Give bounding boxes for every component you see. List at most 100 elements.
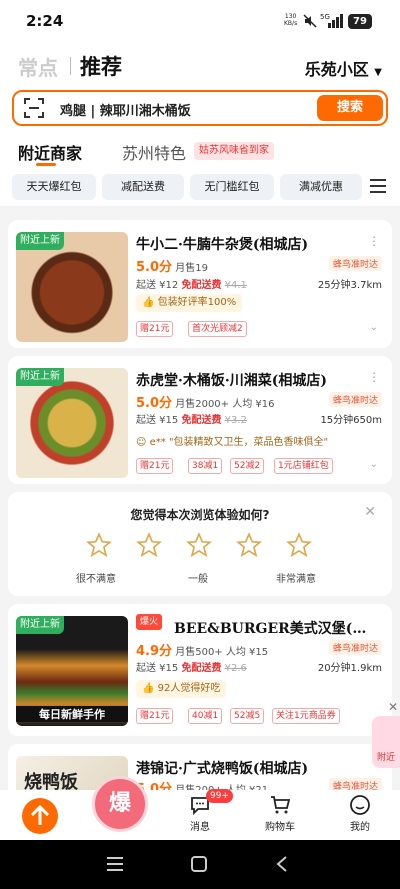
more-icon[interactable]: ⋮ [368, 370, 380, 384]
filter-bar: 天天爆红包 减配送费 无门槛红包 满减优惠 [0, 170, 400, 206]
close-icon[interactable]: ✕ [388, 700, 398, 714]
menu-icon[interactable] [370, 179, 386, 195]
arrow-up-icon [30, 804, 50, 825]
rating-label: 一般 [188, 574, 208, 585]
search-bar[interactable]: 鸡腿 | 辣耶川湘木桶饭 搜索 [12, 90, 388, 126]
feedback-survey: 您觉得本次浏览体验如何? ✕ 很不满意 一般 非常满意 [8, 492, 392, 596]
nav-cart[interactable]: 购物车 [255, 794, 305, 833]
rating-label: 很不满意 [76, 574, 116, 585]
hot-deals-button[interactable]: 爆 [92, 776, 148, 832]
location-label: 乐苑小区 [304, 60, 369, 79]
battery-indicator: 79 [348, 14, 372, 29]
chevron-down-icon[interactable]: ⌄ [370, 459, 378, 470]
star-icon[interactable] [286, 532, 312, 558]
hot-tag: 爆火 [136, 614, 163, 630]
status-bar: 2:24 130 KB/s 5G 79 [0, 0, 400, 44]
coupon-tag[interactable]: 1元店铺红包 [274, 458, 333, 474]
floating-ad-label: 附近 [372, 716, 400, 768]
system-nav-bar [0, 840, 400, 889]
nav-mine[interactable]: 我的 [335, 794, 385, 833]
coupon-tag[interactable]: 首次光顾减2 [188, 321, 247, 337]
cart-icon [271, 796, 291, 814]
thumb-icon: 👍 [142, 683, 155, 694]
tab-recommend[interactable]: 推荐 [80, 51, 122, 81]
net-speed: 130 KB/s [284, 13, 298, 27]
coupon-tag[interactable]: 赠21元 [136, 708, 174, 724]
delivery-badge: 蜂鸟准时达 [328, 640, 382, 655]
star-icon[interactable] [86, 532, 112, 558]
tab-suzhou-specialty[interactable]: 苏州特色 [122, 140, 186, 164]
store-stats: 4.9分 月售500+ 人均 ¥15 [136, 644, 269, 659]
category-tabs: 附近商家 苏州特色 姑苏风味省到家 [0, 130, 400, 170]
signal-icon: 5G [320, 13, 343, 28]
search-button[interactable]: 搜索 [317, 95, 383, 121]
chevron-down-icon[interactable]: ⌄ [370, 322, 378, 333]
delivery-badge: 蜂鸟准时达 [328, 256, 382, 271]
mute-icon [303, 14, 317, 28]
back-icon[interactable] [276, 855, 288, 873]
star-icon[interactable] [186, 532, 212, 558]
location-selector[interactable]: 乐苑小区 ▼ [305, 56, 382, 80]
store-card[interactable]: 每日新鲜手作 附近上新 爆火 BEE&BURGER美式汉堡(… 4.9分 月售5… [8, 604, 392, 736]
bottom-nav: 爆 消息 99+ 购物车 我的 [0, 776, 400, 840]
search-input[interactable]: 鸡腿 | 辣耶川湘木桶饭 [60, 100, 191, 119]
svg-text:5G: 5G [320, 13, 330, 21]
store-card[interactable]: 附近上新 赤虎堂·木桶饭·川湘菜(相城店) ⋮ 5.0分 月售2000+ 人均 … [8, 356, 392, 484]
tab-frequent[interactable]: 常点 [18, 52, 58, 81]
survey-question: 您觉得本次浏览体验如何? [130, 508, 270, 522]
status-time: 2:24 [26, 12, 64, 30]
highlight-tag: 👍 92人觉得好吃 [136, 680, 227, 698]
eta-distance: 20分钟1.9km [317, 663, 382, 674]
star-icon[interactable] [136, 532, 162, 558]
image-caption: 每日新鲜手作 [16, 706, 128, 722]
caret-down-icon: ▼ [374, 67, 382, 78]
eta-distance: 25分钟3.7km [317, 280, 382, 291]
review-snippet: ☺ e** "包装精致又卫生，菜品色香味俱全" [136, 437, 329, 448]
highlight-tag: 👍 包装好评率100% [136, 294, 243, 312]
promo-tag: 姑苏风味省到家 [194, 142, 274, 160]
eta-distance: 15分钟650m [320, 415, 382, 426]
store-card[interactable]: 附近上新 牛小二·牛腩牛杂煲(相城店) ⋮ 5.0分 月售19 蜂鸟准时达 起送… [8, 220, 392, 348]
coupon-tag[interactable]: 38减1 [188, 458, 223, 474]
star-icon[interactable] [236, 532, 262, 558]
coupon-tag[interactable]: 40减1 [188, 708, 223, 724]
store-name: 赤虎堂·木桶饭·川湘菜(相城店) [136, 373, 327, 389]
filter-chip[interactable]: 满减优惠 [280, 174, 362, 200]
store-stats: 5.0分 月售19 [136, 260, 208, 275]
unread-badge: 99+ [206, 789, 233, 803]
scroll-top-button[interactable] [22, 798, 58, 834]
filter-chip[interactable]: 无门槛红包 [190, 174, 274, 200]
coupon-tag[interactable]: 赠21元 [136, 458, 174, 474]
scan-icon[interactable] [24, 98, 44, 118]
coupon-tag[interactable]: 52减2 [230, 458, 265, 474]
delivery-info: 起送 ¥12 免配送费 ¥4.1 [136, 280, 247, 291]
delivery-info: 起送 ¥15 免配送费 ¥2.6 [136, 663, 247, 674]
delivery-info: 起送 ¥15 免配送费 ¥3.2 [136, 415, 247, 426]
filter-chip[interactable]: 减配送费 [102, 174, 184, 200]
recents-icon[interactable] [106, 856, 124, 872]
thumb-icon: 👍 [142, 297, 155, 308]
tab-nearby-stores[interactable]: 附近商家 [18, 140, 82, 164]
coupon-tag[interactable]: 52减5 [230, 708, 265, 724]
header-divider [70, 57, 71, 75]
search-area: 鸡腿 | 辣耶川湘木桶饭 搜索 [0, 86, 400, 130]
store-stats: 5.0分 月售2000+ 人均 ¥16 [136, 396, 275, 411]
new-nearby-tag: 附近上新 [16, 616, 64, 634]
coupon-tag[interactable]: 关注1元商品券 [272, 708, 340, 724]
new-nearby-tag: 附近上新 [16, 232, 64, 250]
filter-chip[interactable]: 天天爆红包 [12, 174, 96, 200]
floating-ad[interactable]: ✕ 附近 [368, 700, 400, 770]
home-icon[interactable] [190, 855, 208, 873]
profile-icon [350, 795, 370, 815]
new-nearby-tag: 附近上新 [16, 368, 64, 386]
tab-underline [36, 163, 56, 166]
avatar-icon: ☺ [136, 437, 147, 448]
delivery-badge: 蜂鸟准时达 [328, 392, 382, 407]
rating-label: 非常满意 [276, 574, 316, 585]
store-name: 牛小二·牛腩牛杂煲(相城店) [136, 237, 309, 253]
close-icon[interactable]: ✕ [364, 504, 376, 520]
store-name: 港锦记·广式烧鸭饭(相城店) [136, 761, 309, 777]
coupon-tag[interactable]: 赠21元 [136, 321, 174, 337]
top-header: 常点 推荐 乐苑小区 ▼ [0, 44, 400, 86]
more-icon[interactable]: ⋮ [368, 234, 380, 248]
